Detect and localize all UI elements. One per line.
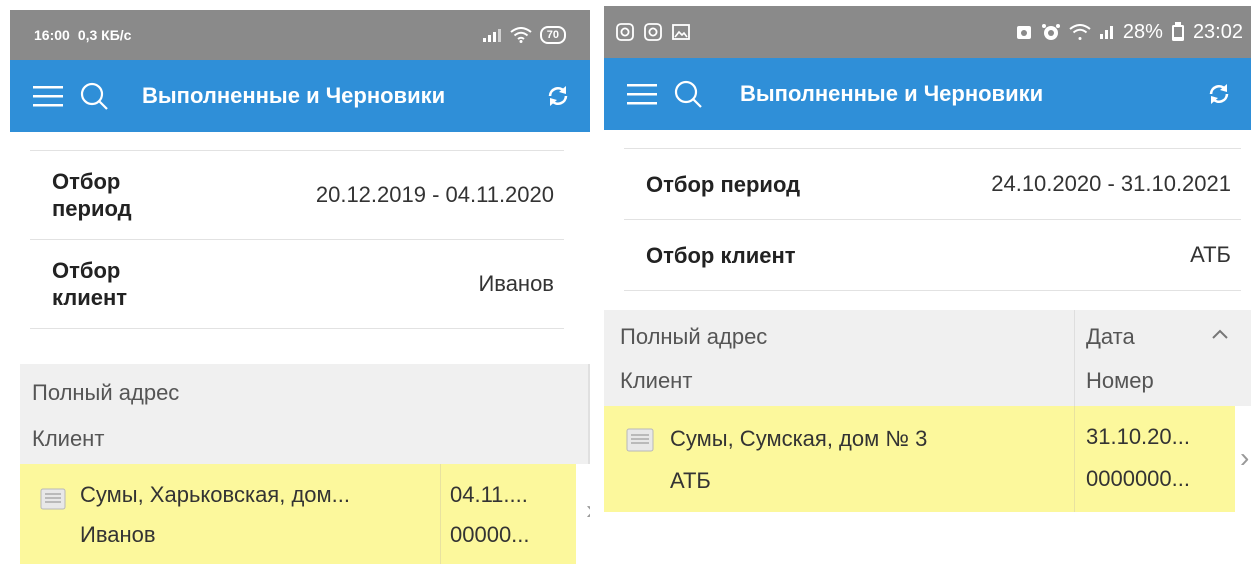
- battery-icon: [1171, 22, 1185, 42]
- column-header-address[interactable]: Полный адрес: [32, 380, 179, 406]
- table-header: Полный адрес Клиент: [20, 364, 590, 464]
- signal-icon: [1099, 24, 1115, 40]
- alarm-icon: [1015, 23, 1033, 41]
- phone-screen-left: 16:00 0,3 КБ/с 70 Выполненные и Черновик…: [10, 0, 590, 564]
- column-divider: [1074, 406, 1075, 512]
- row-address: Сумы, Харьковская, дом...: [80, 482, 350, 507]
- filter-client-row[interactable]: Отбор клиент Иванов: [30, 239, 564, 329]
- row-number: 00000...: [450, 522, 530, 547]
- filters-panel: Отбор период 20.12.2019 - 04.11.2020 Отб…: [30, 150, 564, 329]
- search-icon[interactable]: [668, 74, 708, 114]
- chevron-right-icon: ›: [1240, 442, 1250, 473]
- wifi-icon: [1069, 24, 1091, 40]
- filter-client-row[interactable]: Отбор клиент АТБ: [624, 219, 1241, 291]
- page-title: Выполненные и Черновики: [142, 83, 446, 108]
- filter-period-row[interactable]: Отбор период 20.12.2019 - 04.11.2020: [30, 150, 564, 239]
- column-divider: [1074, 310, 1075, 406]
- wifi-icon: [510, 27, 532, 43]
- status-time: 16:00: [34, 27, 70, 43]
- filter-period-value: 20.12.2019 - 04.11.2020: [315, 182, 554, 207]
- filters-panel: Отбор период 24.10.2020 - 31.10.2021 Отб…: [624, 148, 1241, 291]
- refresh-icon[interactable]: [540, 78, 576, 114]
- status-bar: 16:00 0,3 КБ/с 70: [10, 10, 590, 60]
- status-bar: 28% 23:02: [604, 6, 1251, 58]
- column-header-client[interactable]: Клиент: [32, 426, 104, 452]
- row-client: АТБ: [670, 468, 711, 493]
- chevron-right-icon: ›: [586, 494, 590, 526]
- refresh-icon[interactable]: [1201, 76, 1237, 112]
- status-speed: 0,3 КБ/с: [77, 27, 132, 43]
- gallery-icon: [672, 23, 690, 41]
- signal-icon: [482, 27, 502, 43]
- filter-period-label: Отбор период: [646, 171, 801, 197]
- app-bar: Выполненные и Черновики: [604, 58, 1251, 130]
- filter-client-value: АТБ: [1190, 242, 1231, 267]
- instagram-icon: [644, 23, 662, 41]
- phone-screen-right: 28% 23:02 Выполненные и Черновики Отбор …: [604, 0, 1251, 564]
- row-client: Иванов: [80, 522, 156, 547]
- row-number: 0000000...: [1086, 466, 1190, 491]
- battery-percent: 28%: [1122, 20, 1163, 43]
- column-header-date[interactable]: Дата: [1086, 324, 1135, 350]
- filter-period-row[interactable]: Отбор период 24.10.2020 - 31.10.2021: [624, 148, 1241, 219]
- search-icon[interactable]: [74, 76, 114, 116]
- row-address: Сумы, Сумская, дом № 3: [670, 426, 928, 451]
- screenshot-composite: 16:00 0,3 КБ/с 70 Выполненные и Черновик…: [0, 0, 1251, 564]
- status-time: 23:02: [1192, 20, 1243, 43]
- alarm-icon: [1041, 23, 1061, 41]
- row-date: 31.10.20...: [1086, 424, 1190, 449]
- chevron-up-icon[interactable]: [1209, 324, 1231, 346]
- table-header: Полный адрес Клиент Дата Номер: [604, 310, 1251, 406]
- filter-client-label: Отбор клиент: [52, 258, 128, 310]
- table-row[interactable]: Сумы, Сумская, дом № 3 АТБ 31.10.20... 0…: [604, 406, 1249, 512]
- page-title: Выполненные и Черновики: [740, 81, 1044, 106]
- filter-period-value: 24.10.2020 - 31.10.2021: [991, 171, 1231, 196]
- app-bar: Выполненные и Черновики: [10, 60, 590, 132]
- column-header-address[interactable]: Полный адрес: [620, 324, 767, 350]
- hamburger-menu-icon[interactable]: [28, 76, 68, 116]
- column-divider: [440, 464, 441, 564]
- filter-client-value: Иванов: [478, 271, 554, 296]
- column-header-number[interactable]: Номер: [1086, 368, 1154, 394]
- document-icon: [626, 428, 654, 458]
- hamburger-menu-icon[interactable]: [622, 74, 662, 114]
- instagram-icon: [616, 23, 634, 41]
- battery-icon: 70: [539, 26, 566, 44]
- filter-client-label: Отбор клиент: [646, 242, 796, 268]
- row-date: 04.11....: [450, 482, 528, 507]
- column-header-client[interactable]: Клиент: [620, 368, 692, 394]
- table-row[interactable]: Сумы, Харьковская, дом... Иванов 04.11..…: [20, 464, 590, 564]
- filter-period-label: Отбор период: [52, 169, 132, 221]
- document-icon: [40, 488, 66, 516]
